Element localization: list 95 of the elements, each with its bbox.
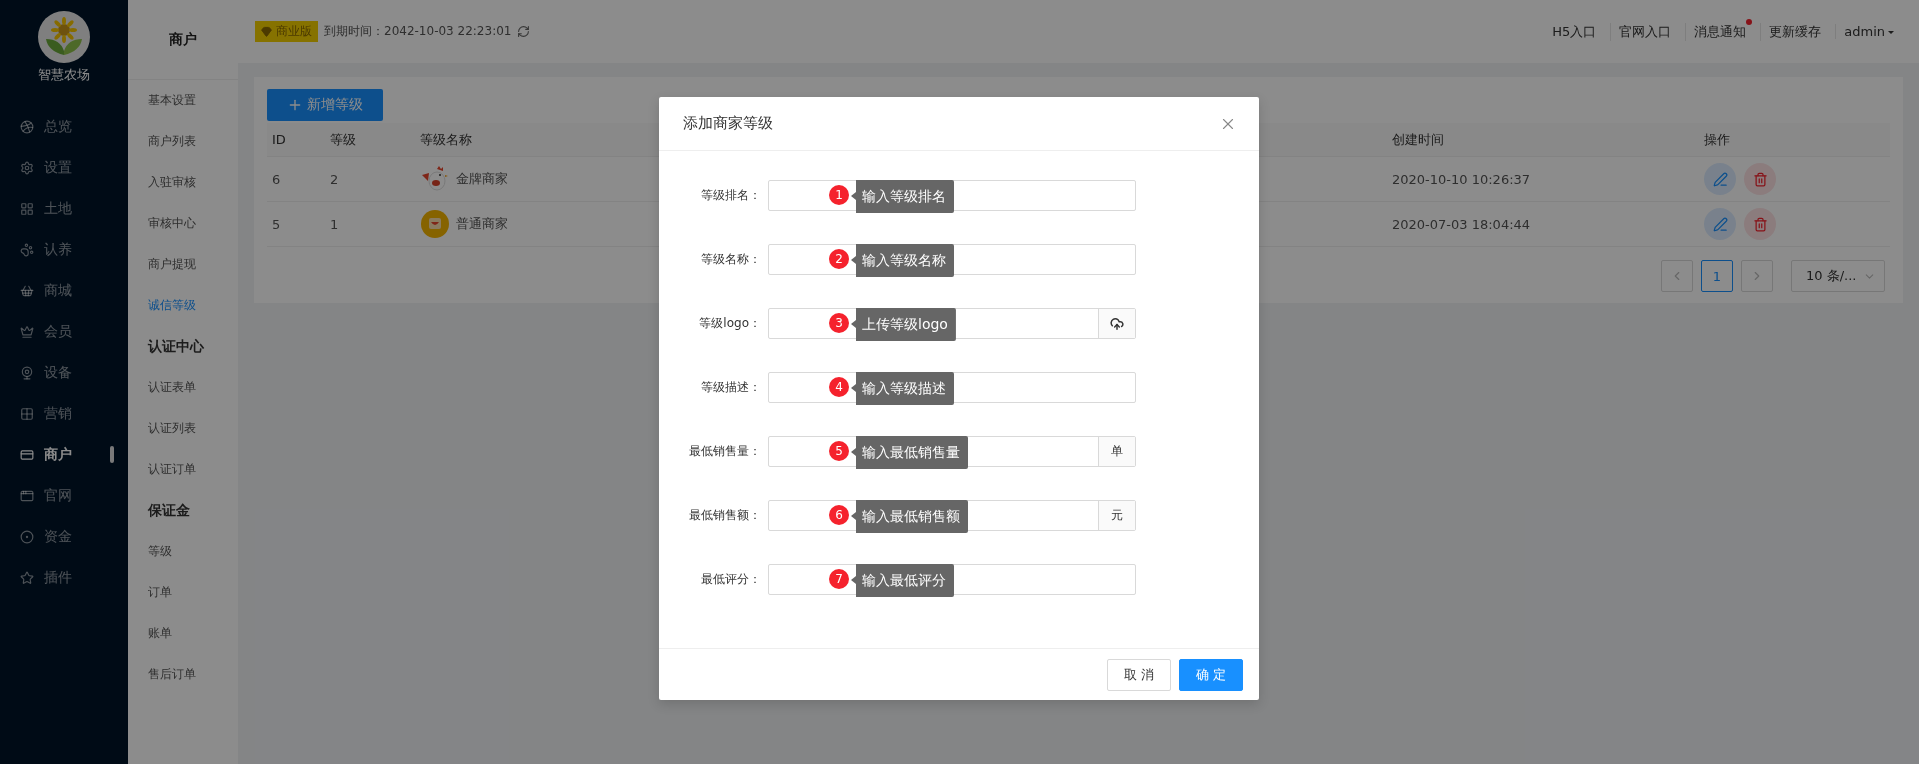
- plus-icon: [287, 97, 303, 113]
- submenu-item[interactable]: 基本设置: [128, 80, 238, 121]
- rooster-icon: [420, 165, 450, 193]
- hint-tooltip: 上传等级logo: [851, 308, 956, 341]
- sidebar-item[interactable]: 会员: [0, 311, 128, 352]
- input-field[interactable]: 6 输入最低销售额 元: [768, 500, 1136, 531]
- hint-tooltip: 输入最低销售量: [851, 436, 968, 469]
- input-field[interactable]: 1 输入等级排名: [768, 180, 1136, 211]
- expiry-text: 到期时间：2042-10-03 22:23:01: [324, 23, 512, 40]
- sidebar-item[interactable]: 资金: [0, 516, 128, 557]
- step-marker: 3: [829, 313, 849, 333]
- header-link[interactable]: H5入口: [1544, 22, 1605, 41]
- hint-tooltip: 输入等级排名: [851, 180, 954, 213]
- submenu-item[interactable]: 审核中心: [128, 203, 238, 244]
- level-name: 普通商家: [456, 215, 508, 233]
- table-cell: 2: [325, 157, 415, 202]
- table-cell: 2020-07-03 18:04:44: [1387, 202, 1699, 247]
- edit-button[interactable]: [1704, 208, 1736, 240]
- field-label: 等级logo：: [698, 315, 762, 332]
- unit-addon: 元: [1098, 501, 1135, 530]
- input-field[interactable]: 7 输入最低评分: [768, 564, 1136, 595]
- submenu-item[interactable]: 认证表单: [128, 367, 238, 408]
- field-label: 最低销售额：: [688, 507, 762, 524]
- field-label: 等级描述：: [700, 379, 762, 396]
- input-field[interactable]: 4 输入等级描述: [768, 372, 1136, 403]
- page-button[interactable]: 1: [1701, 260, 1733, 292]
- submenu-group-title: 保证金: [147, 500, 191, 520]
- pen-icon: [1712, 216, 1728, 232]
- step-marker: 5: [829, 441, 849, 461]
- refresh-icon[interactable]: [517, 25, 531, 38]
- field-label: 最低评分：: [700, 571, 762, 588]
- submenu-item[interactable]: 认证列表: [128, 408, 238, 449]
- step-marker: 7: [829, 569, 849, 589]
- input-field[interactable]: 2 输入等级名称: [768, 244, 1136, 275]
- page-size-select[interactable]: 10 条/...: [1791, 260, 1885, 292]
- sidebar-item[interactable]: 营销: [0, 393, 128, 434]
- confirm-button[interactable]: 确 定: [1179, 658, 1243, 691]
- submenu-item[interactable]: 商户列表: [128, 121, 238, 162]
- submenu-group-title: 认证中心: [146, 336, 205, 356]
- add-level-button[interactable]: 新增等级: [267, 89, 383, 121]
- table-cell: 2020-10-10 10:26:37: [1387, 157, 1699, 202]
- step-marker: 1: [829, 185, 849, 205]
- table-cell: 6: [267, 157, 325, 202]
- notification-dot: [1746, 18, 1753, 25]
- submenu-item[interactable]: 认证订单: [128, 449, 238, 490]
- sidebar-item[interactable]: 官网: [0, 475, 128, 516]
- edit-button[interactable]: [1704, 163, 1736, 195]
- sidebar-item[interactable]: 设置: [0, 147, 128, 188]
- table-cell: 5: [267, 202, 325, 247]
- trash-icon: [1752, 171, 1768, 187]
- submenu-item[interactable]: 订单: [128, 572, 238, 613]
- sidebar-item[interactable]: 总览: [0, 106, 128, 147]
- input-field[interactable]: 5 输入最低销售量 单: [768, 436, 1136, 467]
- submenu-item[interactable]: 商户提现: [128, 244, 238, 285]
- step-marker: 6: [829, 505, 849, 525]
- upload-icon: [1110, 316, 1124, 331]
- table-cell: 1: [325, 202, 415, 247]
- delete-button[interactable]: [1744, 208, 1776, 240]
- submenu-item[interactable]: 等级: [128, 531, 238, 572]
- step-marker: 2: [829, 249, 849, 269]
- cancel-button[interactable]: 取 消: [1107, 658, 1171, 691]
- hint-tooltip: 输入最低销售额: [851, 500, 968, 533]
- submenu-item[interactable]: 入驻审核: [128, 162, 238, 203]
- sidebar-item[interactable]: 认养: [0, 229, 128, 270]
- field-label: 等级排名：: [700, 187, 762, 204]
- sidebar-item[interactable]: 商城: [0, 270, 128, 311]
- field-label: 等级名称：: [700, 251, 762, 268]
- header-link[interactable]: 官网入口: [1610, 22, 1680, 41]
- submenu-item[interactable]: 售后订单: [128, 654, 238, 695]
- level-name: 金牌商家: [456, 170, 508, 188]
- header-link[interactable]: 更新缓存: [1760, 22, 1830, 41]
- sidebar-item[interactable]: 插件: [0, 557, 128, 598]
- hint-tooltip: 输入等级名称: [851, 244, 954, 277]
- logo-text: 智慧农场: [38, 66, 90, 84]
- sidebar-item[interactable]: 商户: [0, 434, 128, 475]
- card-icon: [20, 447, 34, 462]
- sidebar-item[interactable]: 设备: [0, 352, 128, 393]
- submenu-item[interactable]: 诚信等级: [128, 285, 238, 326]
- hint-tooltip: 输入等级描述: [851, 372, 954, 405]
- submenu-item[interactable]: 账单: [128, 613, 238, 654]
- unit-addon: 单: [1098, 437, 1135, 466]
- step-marker: 4: [829, 377, 849, 397]
- header-link[interactable]: 消息通知: [1685, 22, 1755, 41]
- sunflower-logo: [38, 11, 90, 63]
- input-field[interactable]: 3 上传等级logo: [768, 308, 1136, 339]
- delete-button[interactable]: [1744, 163, 1776, 195]
- pen-icon: [1712, 171, 1728, 187]
- coin-icon: [420, 209, 450, 239]
- trash-icon: [1752, 216, 1768, 232]
- sidebar-item[interactable]: 土地: [0, 188, 128, 229]
- upload-button[interactable]: [1098, 309, 1135, 338]
- field-label: 最低销售量：: [688, 443, 762, 460]
- user-menu[interactable]: admin: [1835, 24, 1895, 39]
- hint-tooltip: 输入最低评分: [851, 564, 954, 597]
- scroll-indicator: [110, 446, 114, 463]
